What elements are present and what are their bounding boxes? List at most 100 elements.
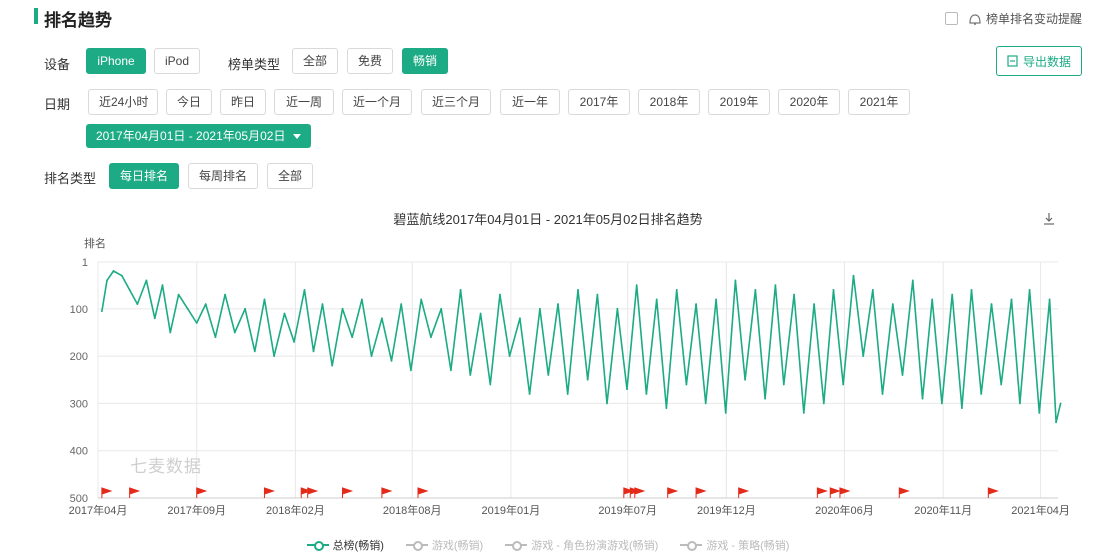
legend-swatch <box>306 540 329 551</box>
x-tick-label: 2019年01月 <box>482 503 541 517</box>
watermark: 七麦数据 <box>130 457 202 476</box>
date-option-week[interactable]: 近一周 <box>274 89 334 115</box>
download-icon[interactable] <box>1042 212 1056 226</box>
date-option-24h[interactable]: 近24小时 <box>88 89 158 115</box>
data-point <box>293 341 296 343</box>
data-point <box>802 411 805 414</box>
legend-swatch <box>405 540 428 551</box>
data-point <box>204 303 207 305</box>
data-point <box>479 312 482 315</box>
version-flag-icon <box>263 487 276 498</box>
date-option-yesterday[interactable]: 昨日 <box>220 89 266 115</box>
y-tick-label: 100 <box>70 304 88 316</box>
date-label: 日期 <box>44 97 71 112</box>
data-point <box>450 369 452 372</box>
legend-label: 游戏 - 策略(畅销) <box>706 540 790 552</box>
y-tick-label: 200 <box>70 351 88 363</box>
date-option-2021[interactable]: 2021年 <box>848 89 910 115</box>
data-point <box>360 298 363 301</box>
data-point <box>519 317 521 320</box>
date-option-2018[interactable]: 2018年 <box>638 89 700 115</box>
date-option-3months[interactable]: 近三个月 <box>421 89 491 115</box>
data-point <box>177 293 180 296</box>
y-tick-label: 300 <box>70 398 88 410</box>
export-data-button[interactable]: 导出数据 <box>996 46 1082 76</box>
data-point <box>695 303 697 305</box>
data-point <box>871 289 874 291</box>
data-point <box>120 274 123 277</box>
date-option-2017[interactable]: 2017年 <box>568 89 630 115</box>
device-option-ipod[interactable]: iPod <box>154 48 200 74</box>
data-point <box>331 364 334 367</box>
list-type-free[interactable]: 免费 <box>347 48 393 74</box>
data-point <box>577 289 579 291</box>
data-point <box>106 279 108 282</box>
rank-type-weekly[interactable]: 每周排名 <box>188 163 258 189</box>
device-option-iphone[interactable]: iPhone <box>86 48 146 74</box>
data-point <box>764 397 766 400</box>
data-point <box>891 303 894 305</box>
data-point <box>303 289 306 291</box>
rank-type-all[interactable]: 全部 <box>267 163 313 189</box>
date-option-2019[interactable]: 2019年 <box>708 89 770 115</box>
version-flag-icon <box>342 487 354 498</box>
data-point <box>1059 402 1062 405</box>
data-point <box>233 331 236 334</box>
data-point <box>1019 402 1021 405</box>
y-tick-label: 500 <box>70 493 88 505</box>
device-label: 设备 <box>44 57 71 72</box>
x-tick-label: 2020年11月 <box>914 503 972 517</box>
list-type-grossing[interactable]: 畅销 <box>402 48 448 74</box>
data-point <box>635 284 638 287</box>
x-tick-label: 2018年08月 <box>383 503 442 517</box>
version-flag-icon <box>381 487 393 498</box>
data-point <box>655 298 658 301</box>
legend-item-overall[interactable]: 总榜(畅销) <box>306 537 384 553</box>
caret-down-icon <box>293 133 302 139</box>
date-option-2020[interactable]: 2020年 <box>778 89 840 115</box>
date-option-month[interactable]: 近一个月 <box>342 89 412 115</box>
date-range-picker[interactable]: 2017年04月01日 - 2021年05月02日 <box>86 124 312 148</box>
data-point <box>901 374 904 376</box>
data-point <box>489 383 492 386</box>
data-point <box>351 336 354 339</box>
data-point <box>161 284 164 287</box>
data-point <box>370 355 373 358</box>
data-point <box>822 402 825 405</box>
rank-trend-chart: 1 100 200 300 400 5002017年04月 2017年09月 2018年02月… <box>69 257 1070 517</box>
legend-label: 游戏 - 角色扮演游戏(畅销) <box>531 540 659 552</box>
data-point <box>224 293 226 296</box>
version-flag-icon <box>634 487 646 498</box>
legend-swatch <box>680 540 703 551</box>
page-title: 排名趋势 <box>44 11 112 30</box>
data-point <box>430 336 432 339</box>
data-point <box>704 402 707 405</box>
rank-type-daily[interactable]: 每日排名 <box>109 163 179 189</box>
data-point <box>273 355 276 358</box>
version-flag-icon <box>898 487 910 498</box>
data-point <box>128 289 131 291</box>
data-point <box>214 336 217 339</box>
version-flag-icon <box>101 487 113 498</box>
rank-alert-toggle[interactable]: 榜单排名变动提醒 <box>944 10 1082 27</box>
bell-icon <box>969 13 981 25</box>
legend-item-strategy[interactable]: 游戏 - 策略(畅销) <box>680 537 789 553</box>
data-point <box>715 298 717 301</box>
data-point <box>586 378 589 381</box>
legend-item-rpg[interactable]: 游戏 - 角色扮演游戏(畅销) <box>505 537 658 553</box>
title-accent-bar <box>34 8 38 24</box>
date-range-value: 2017年04月01日 - 2021年05月02日 <box>96 129 286 143</box>
date-option-today[interactable]: 今日 <box>166 89 212 115</box>
data-point <box>420 298 423 301</box>
alert-checkbox[interactable] <box>944 12 958 25</box>
data-point <box>539 307 541 310</box>
date-option-year[interactable]: 近一年 <box>500 89 560 115</box>
legend-item-games[interactable]: 游戏(畅销) <box>405 537 483 553</box>
data-point <box>881 393 884 395</box>
data-point <box>400 303 403 305</box>
list-type-all[interactable]: 全部 <box>292 48 338 74</box>
data-point <box>852 274 855 277</box>
data-point <box>813 303 816 305</box>
data-point <box>557 303 559 305</box>
data-point <box>832 289 835 291</box>
